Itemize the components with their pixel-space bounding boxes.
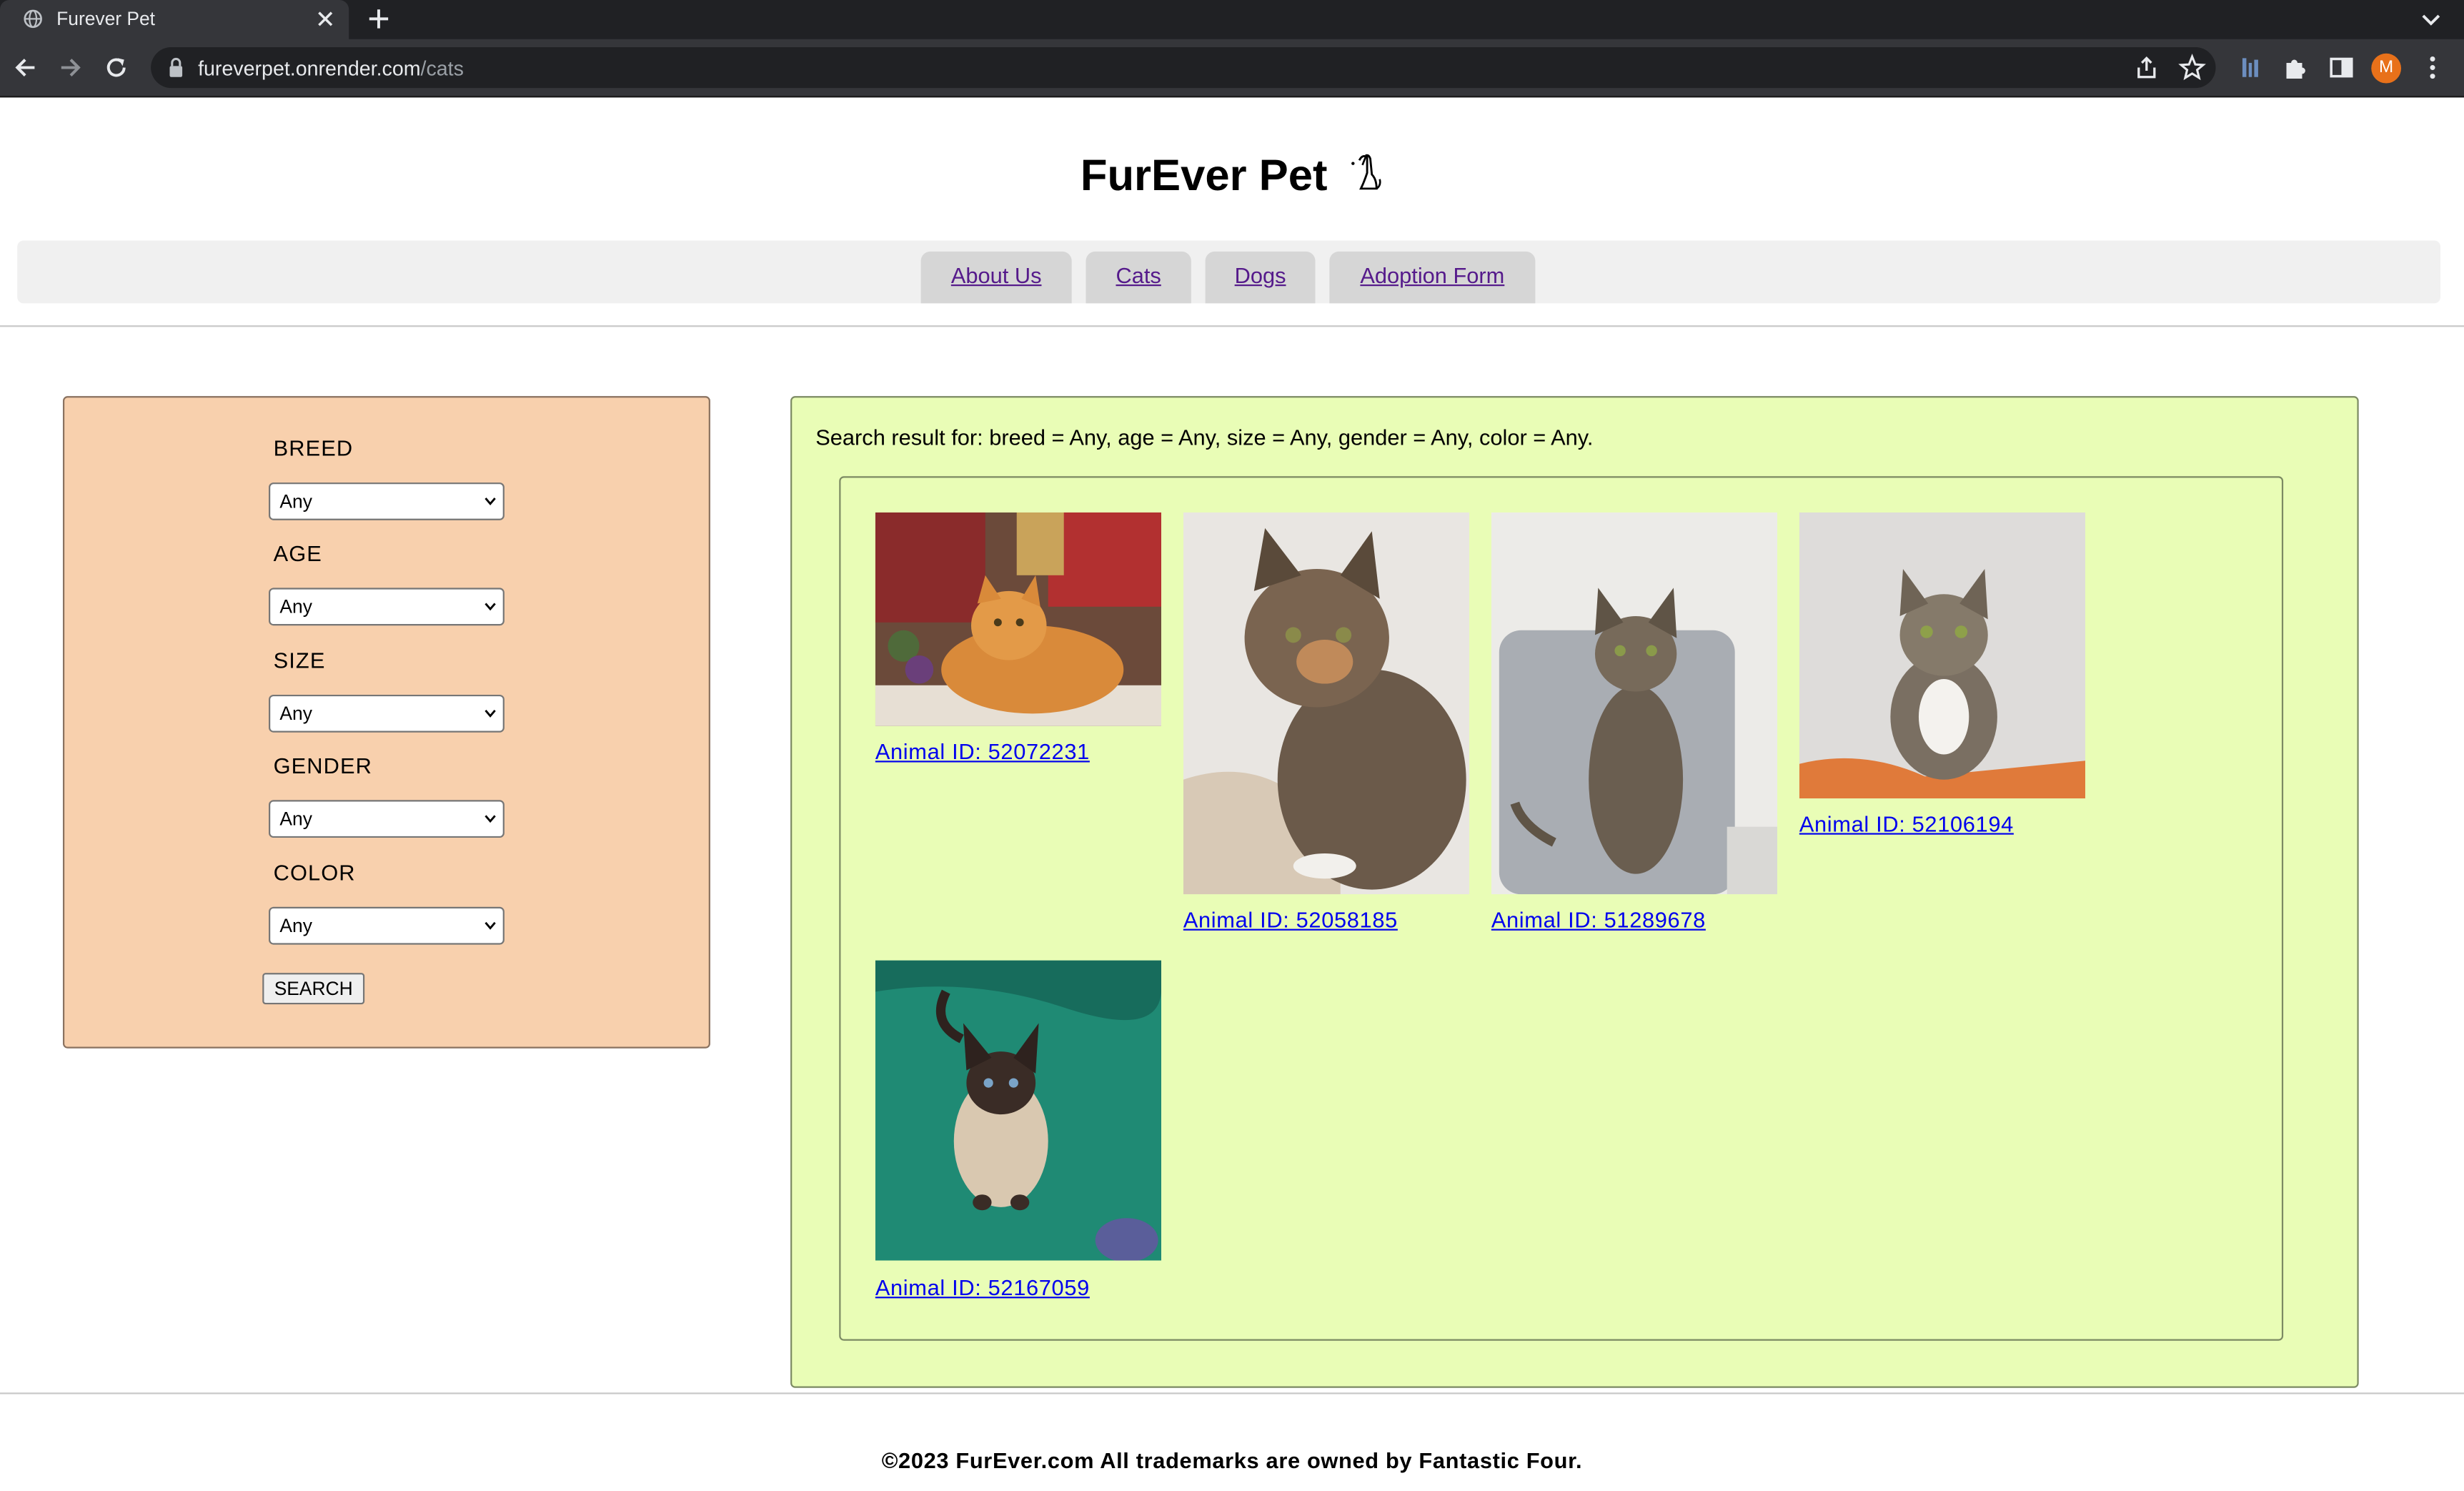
animal-link-52167059[interactable]: Animal ID: 52167059 xyxy=(875,1274,1090,1299)
lock-icon[interactable] xyxy=(167,56,185,79)
breed-select-value: Any xyxy=(279,490,312,512)
gender-select[interactable]: Any xyxy=(269,800,505,838)
back-arrow-icon[interactable] xyxy=(11,54,39,82)
gender-select-value: Any xyxy=(279,808,312,831)
results-grid: Animal ID: 52072231 Animal ID: 52058185 xyxy=(839,476,2284,1341)
color-label: COLOR xyxy=(273,859,356,886)
filter-panel: BREED Any AGE Any SIZE Any GENDER Any CO… xyxy=(62,396,710,1049)
brown-tabby-cat-sitting-on-chair-photo xyxy=(1491,512,1778,895)
chevron-down-icon[interactable] xyxy=(2420,8,2442,30)
nav-link-cats[interactable]: Cats xyxy=(1086,252,1191,299)
kebab-menu-icon[interactable] xyxy=(2418,54,2447,82)
animal-photo-52167059[interactable] xyxy=(875,960,1162,1261)
nav-tab-dogs[interactable]: Dogs xyxy=(1205,251,1316,304)
chevron-down-icon xyxy=(485,497,496,505)
color-select[interactable]: Any xyxy=(269,906,505,945)
url-text: fureverpet.onrender.com/cats xyxy=(198,56,464,80)
animal-photo-52072231[interactable] xyxy=(875,512,1162,726)
chevron-down-icon xyxy=(485,603,496,611)
breed-select[interactable]: Any xyxy=(269,482,505,520)
results-panel: Search result for: breed = Any, age = An… xyxy=(790,396,2359,1388)
gender-label: GENDER xyxy=(273,753,372,778)
nav-link-dogs[interactable]: Dogs xyxy=(1206,252,1316,299)
tortoiseshell-long-haired-cat-photo xyxy=(1183,512,1470,895)
profile-avatar[interactable]: M xyxy=(2371,53,2402,84)
age-label: AGE xyxy=(273,540,322,566)
orange-long-haired-cat-photo xyxy=(875,512,1162,726)
browser-tab-strip: Furever Pet xyxy=(0,0,2464,39)
nav-tab-cats[interactable]: Cats xyxy=(1086,251,1191,304)
site-header: FurEver Pet xyxy=(0,151,2464,201)
size-label: SIZE xyxy=(273,647,326,673)
forward-arrow-icon[interactable] xyxy=(56,54,85,82)
footer-text: ©2023 FurEver.com All trademarks are own… xyxy=(881,1447,1583,1473)
chevron-down-icon xyxy=(485,710,496,718)
animal-link-52072231[interactable]: Animal ID: 52072231 xyxy=(875,739,1090,764)
extension-icon[interactable] xyxy=(2236,54,2265,82)
tabby-white-cat-photo xyxy=(1799,512,2086,799)
age-select[interactable]: Any xyxy=(269,588,505,626)
siamese-cat-on-green-blanket-photo xyxy=(875,960,1162,1261)
reload-icon[interactable] xyxy=(102,54,131,82)
animal-photo-52106194[interactable] xyxy=(1799,512,2086,799)
side-panel-icon[interactable] xyxy=(2328,54,2356,82)
bookmark-star-icon[interactable] xyxy=(2178,54,2207,82)
plus-icon[interactable] xyxy=(366,6,391,31)
footer-divider xyxy=(0,1392,2464,1395)
breed-label: BREED xyxy=(273,435,354,461)
main-nav: About Us Cats Dogs Adoption Form xyxy=(17,240,2441,304)
url-path: /cats xyxy=(420,56,464,81)
chevron-down-icon xyxy=(485,815,496,823)
nav-tab-about-us[interactable]: About Us xyxy=(920,251,1072,304)
close-icon[interactable] xyxy=(313,6,338,31)
tab-title: Furever Pet xyxy=(56,7,156,30)
animal-link-52106194[interactable]: Animal ID: 52106194 xyxy=(1799,811,2014,836)
url-host: fureverpet.onrender.com xyxy=(198,56,421,81)
share-icon[interactable] xyxy=(2132,54,2161,82)
age-select-value: Any xyxy=(279,595,312,618)
browser-toolbar: fureverpet.onrender.com/cats M xyxy=(0,39,2464,98)
globe-icon xyxy=(24,9,42,29)
site-title: FurEver Pet xyxy=(1080,151,1328,200)
dog-icon xyxy=(1352,154,1382,190)
address-bar[interactable]: fureverpet.onrender.com/cats xyxy=(151,46,2216,89)
results-summary: Search result for: breed = Any, age = An… xyxy=(815,424,1594,450)
nav-tab-adoption-form[interactable]: Adoption Form xyxy=(1329,251,1536,304)
nav-link-about-us[interactable]: About Us xyxy=(921,252,1072,299)
animal-photo-51289678[interactable] xyxy=(1491,512,1778,895)
puzzle-icon[interactable] xyxy=(2282,54,2310,82)
search-button[interactable]: SEARCH xyxy=(262,973,365,1005)
animal-link-52058185[interactable]: Animal ID: 52058185 xyxy=(1183,907,1398,932)
animal-photo-52058185[interactable] xyxy=(1183,512,1470,895)
animal-link-51289678[interactable]: Animal ID: 51289678 xyxy=(1491,907,1706,932)
size-select-value: Any xyxy=(279,702,312,725)
chevron-down-icon xyxy=(485,921,496,930)
size-select[interactable]: Any xyxy=(269,694,505,733)
header-divider xyxy=(0,325,2464,327)
nav-link-adoption-form[interactable]: Adoption Form xyxy=(1329,252,1535,299)
browser-tab[interactable]: Furever Pet xyxy=(0,0,349,39)
color-select-value: Any xyxy=(279,914,312,937)
